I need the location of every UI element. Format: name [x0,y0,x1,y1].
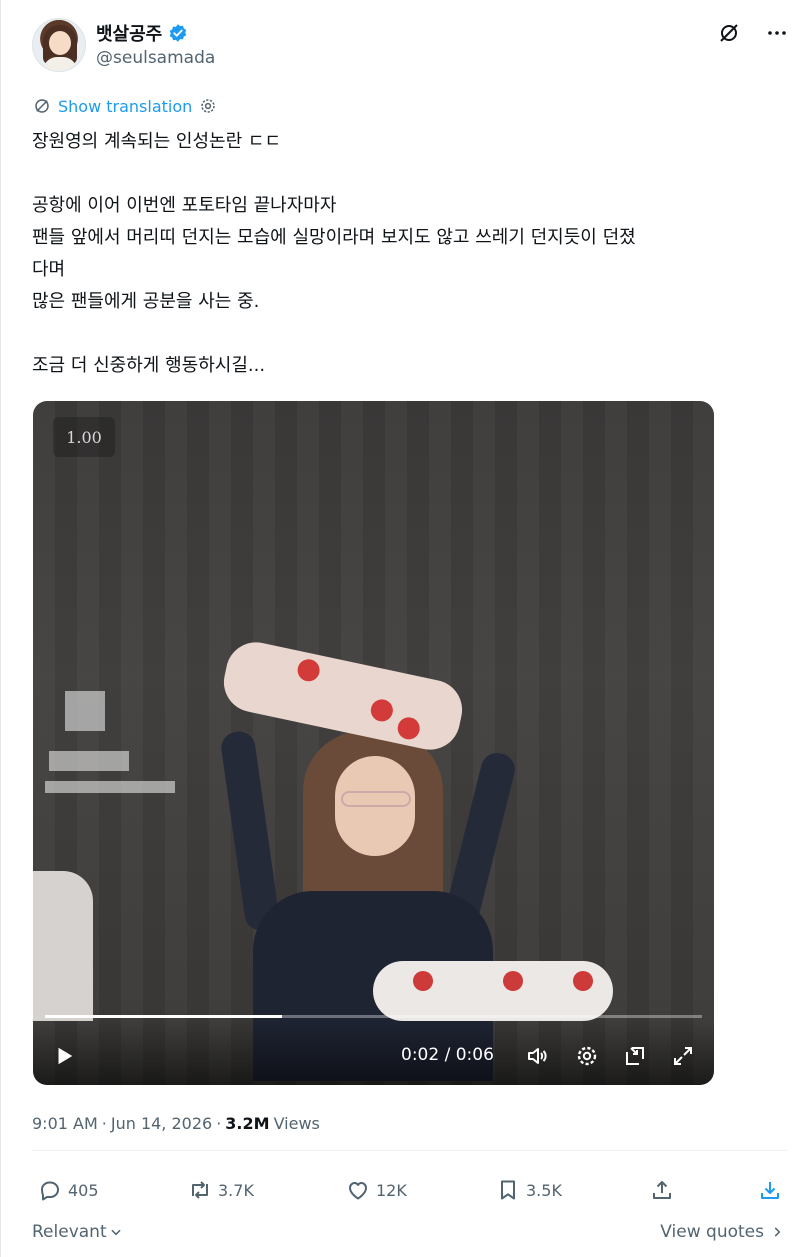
tweet-line: 조금 더 신중하게 행동하시길... [32,355,266,376]
verified-badge-icon [170,24,187,42]
repost-count: 3.7K [218,1180,254,1200]
author-name-row[interactable]: 뱃살공주 [96,20,188,46]
views-count: 3.2M [225,1114,270,1133]
repost-icon [192,1181,208,1199]
reply-icon [41,1181,59,1201]
sort-label[interactable]: Relevant [32,1222,107,1242]
download-icon [761,1182,779,1199]
tweet-line: 다며 [32,259,66,280]
views-label: Views [273,1114,320,1133]
tweet-line: 공항에 이어 이번엔 포토타임 끝나자마자 [32,195,337,216]
view-quotes-link[interactable]: View quotes [660,1222,784,1242]
reply-count: 405 [68,1180,99,1200]
replies-footer: Relevant View quotes [32,1222,788,1250]
bookmark-button[interactable]: 3.5K [496,1178,562,1202]
tweet-line: 많은 팬들에게 공분을 사는 중. [32,291,260,312]
video-frame-plush-toys [373,961,613,1021]
share-icon [653,1181,671,1199]
settings-gear-icon[interactable] [198,96,218,116]
video-progress-fill [45,1015,282,1018]
like-button[interactable]: 12K [346,1178,407,1202]
bookmark-icon [501,1180,515,1200]
grok-icon[interactable] [716,20,742,46]
video-player[interactable]: 1.00 0:02 / 0:06 [33,401,714,1085]
fullscreen-icon[interactable] [671,1044,695,1068]
download-button[interactable] [758,1178,782,1202]
chevron-right-icon [774,1227,781,1237]
chevron-down-icon [110,1229,121,1236]
tweet-line: 장원영의 계속되는 인성논란 ㄷㄷ [32,131,282,152]
tweet-text: 장원영의 계속되는 인성논란 ㄷㄷ 공항에 이어 이번엔 포토타임 끝나자마자 … [32,126,792,382]
display-name[interactable]: 뱃살공주 [96,20,162,46]
sort-dropdown[interactable]: Relevant [32,1222,123,1242]
show-translation-label[interactable]: Show translation [58,97,192,116]
action-bar: 405 3.7K 12K 3.5K [32,1178,788,1212]
play-icon[interactable] [53,1045,75,1067]
bookmark-count: 3.5K [526,1180,562,1200]
tweet-line: 팬들 앞에서 머리띠 던지는 모습에 실망이라며 보지도 않고 쓰레기 던지듯이… [32,227,636,248]
like-count: 12K [376,1180,407,1200]
share-button[interactable] [650,1178,674,1202]
video-controls [33,1019,714,1085]
picture-in-picture-icon[interactable] [623,1044,647,1068]
video-settings-icon[interactable] [575,1044,599,1068]
view-quotes-label[interactable]: View quotes [660,1222,764,1242]
repost-button[interactable]: 3.7K [188,1178,254,1202]
video-time: 0:02 / 0:06 [401,1045,494,1065]
reply-button[interactable]: 405 [38,1178,99,1202]
video-frame-person-left [33,871,93,1021]
author-handle[interactable]: @seulsamada [96,48,215,68]
volume-icon[interactable] [525,1044,549,1068]
blurred-watermark [45,691,185,801]
more-options-icon[interactable] [764,20,790,46]
divider [32,1150,788,1151]
playback-speed-badge[interactable]: 1.00 [53,417,115,457]
left-border [0,0,1,1257]
translate-icon [32,96,52,116]
avatar[interactable] [32,18,86,72]
heart-icon [349,1182,367,1200]
tweet-date[interactable]: Jun 14, 2026 [111,1114,212,1133]
tweet-time[interactable]: 9:01 AM [32,1114,98,1133]
video-progress-bar[interactable] [45,1015,702,1018]
tweet-meta: 9:01 AM · Jun 14, 2026 · 3.2M Views [32,1114,320,1133]
show-translation-link[interactable]: Show translation [32,96,218,116]
